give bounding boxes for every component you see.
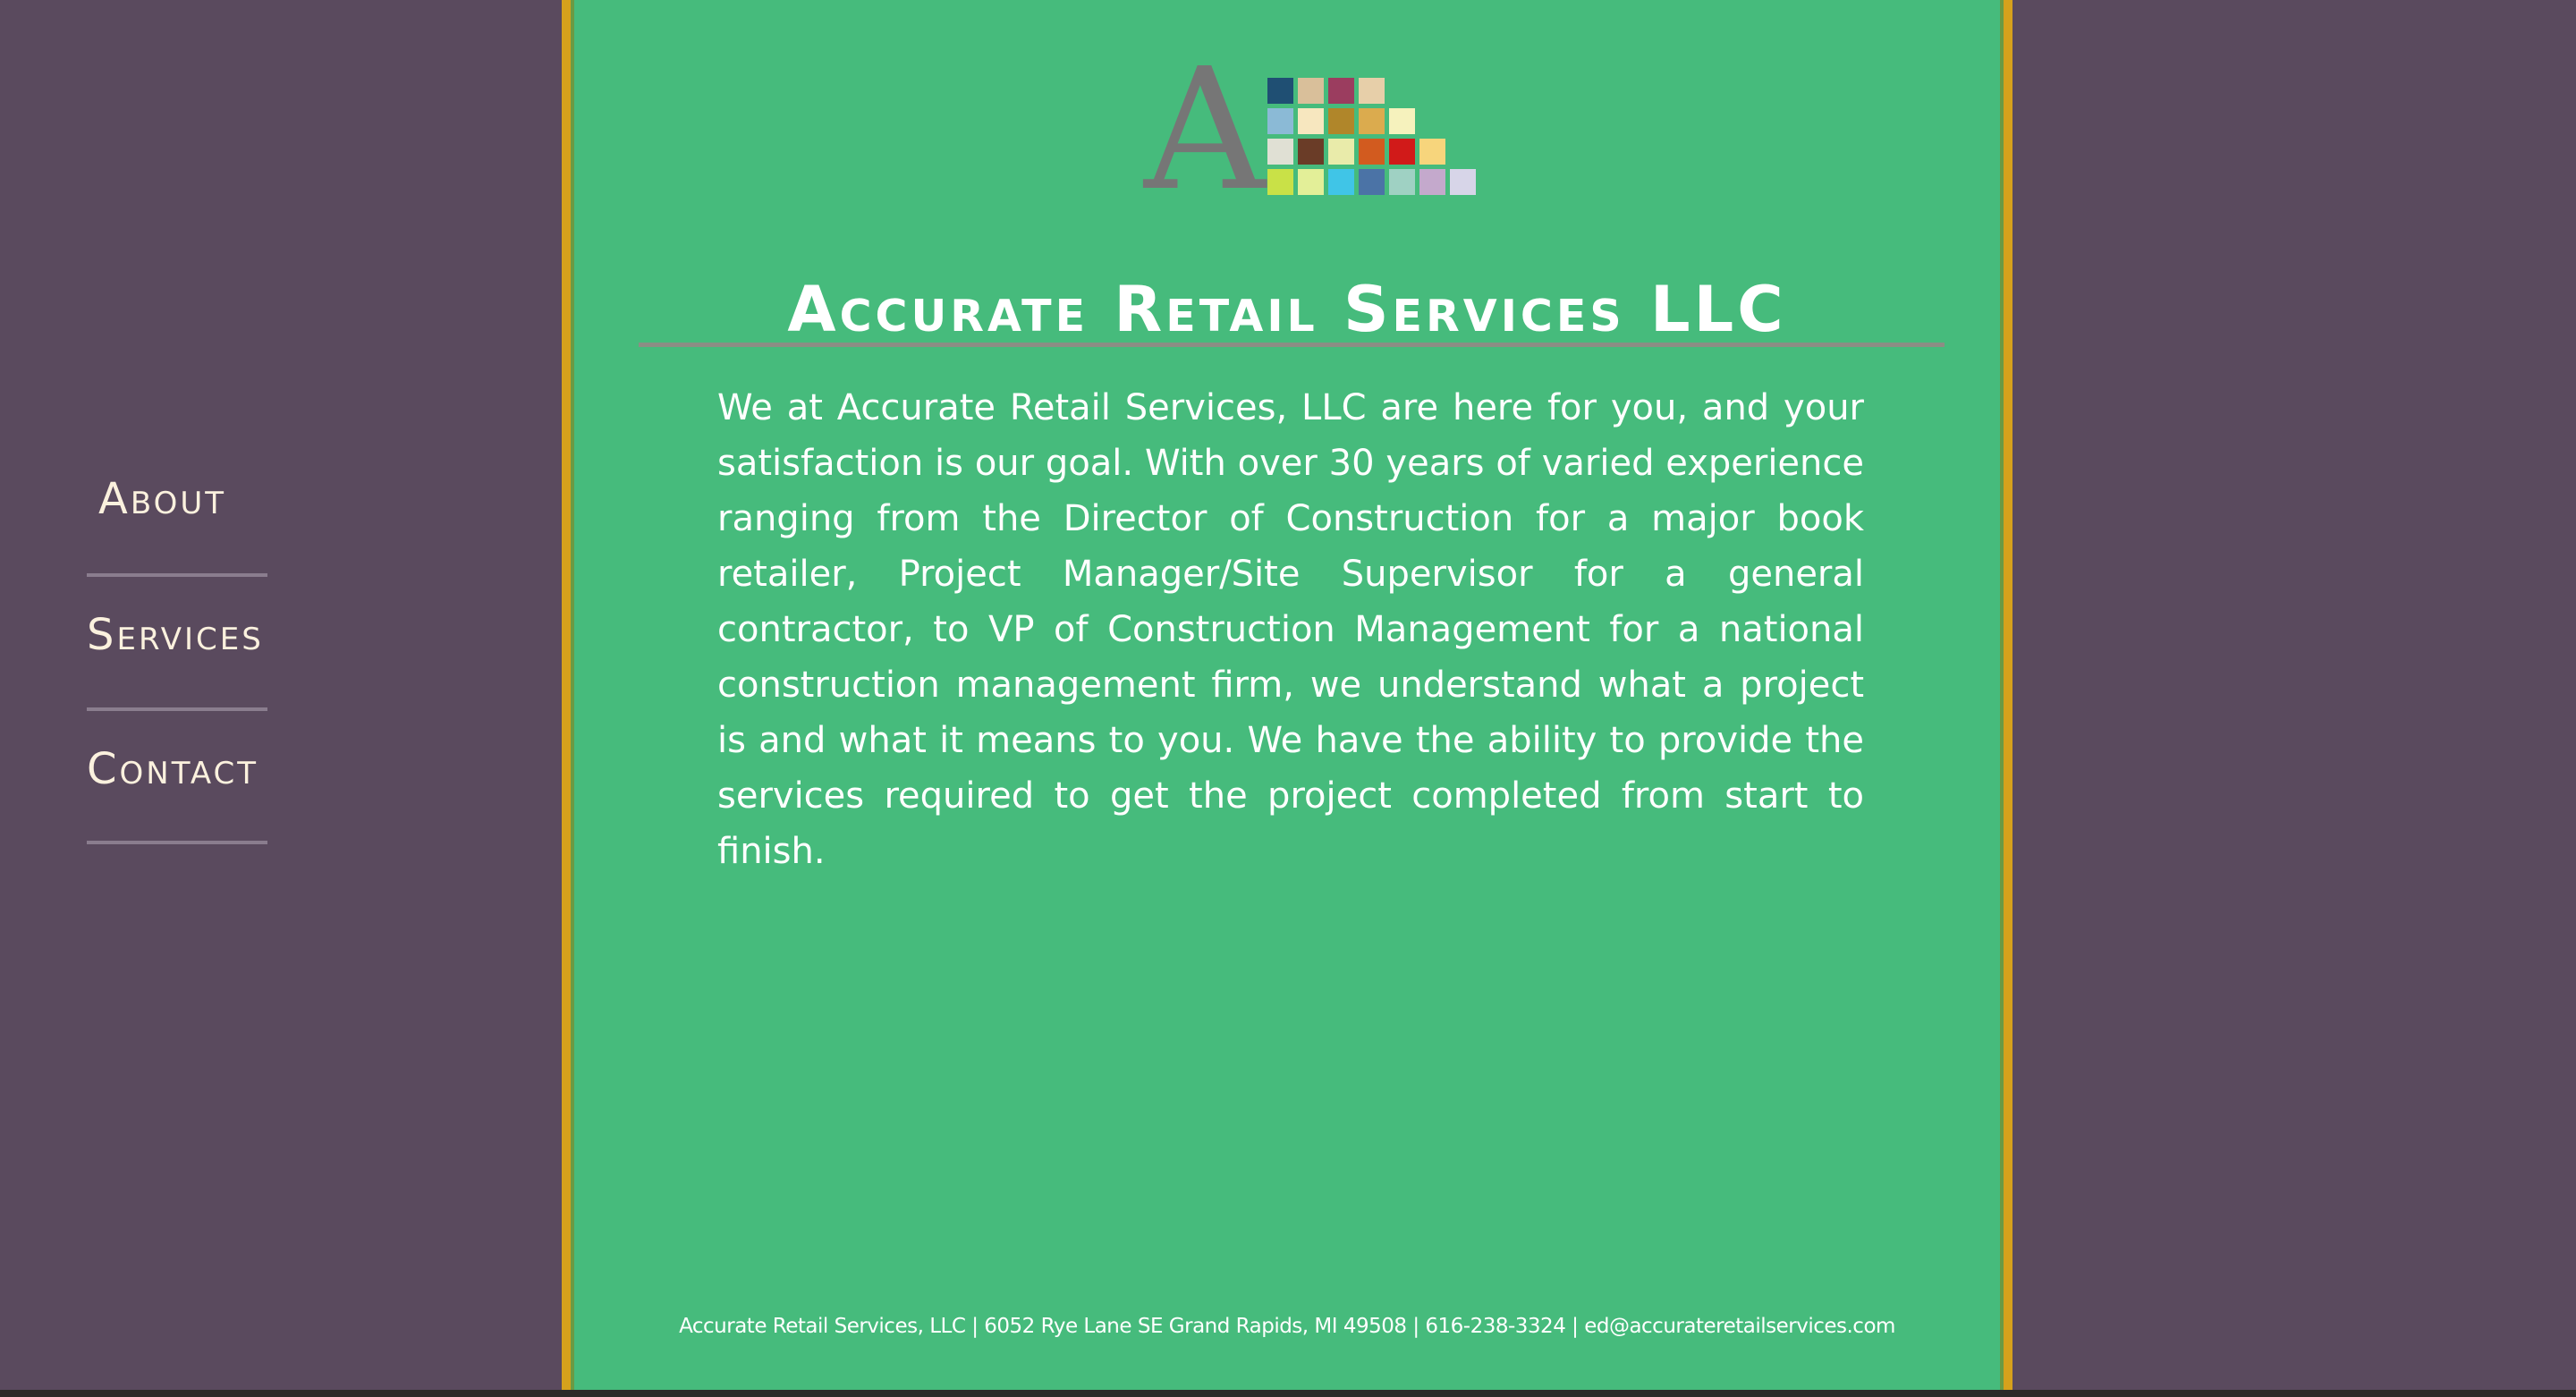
- logo-tile: [1359, 169, 1385, 195]
- logo-tile: [1328, 78, 1354, 104]
- site-title: Accurate Retail Services LLC: [787, 272, 1787, 346]
- sidebar-nav: About Services Contact: [0, 0, 562, 1390]
- logo-tile: [1298, 169, 1324, 195]
- footer-contact-info: Accurate Retail Services, LLC | 6052 Rye…: [679, 1315, 1895, 1338]
- logo-tile: [1267, 78, 1293, 104]
- logo-tile: [1298, 78, 1324, 104]
- logo-tile: [1359, 78, 1385, 104]
- logo-tile: [1389, 108, 1415, 134]
- main-panel-inner: A Accurate Retail Services LLC We at Acc…: [571, 0, 2004, 1390]
- nav-divider: [87, 707, 267, 711]
- company-logo[interactable]: A: [1144, 47, 1502, 215]
- logo-letter: A: [1144, 32, 1266, 228]
- logo-tile: [1298, 139, 1324, 165]
- logo-tile: [1328, 169, 1354, 195]
- nav-divider: [87, 841, 267, 844]
- logo-tile: [1298, 108, 1324, 134]
- nav-link-services[interactable]: Services: [87, 610, 319, 660]
- logo-tile: [1267, 108, 1293, 134]
- intro-paragraph: We at Accurate Retail Services, LLC are …: [717, 387, 1864, 872]
- logo-tile: [1328, 108, 1354, 134]
- logo-tile: [1389, 169, 1415, 195]
- title-divider: [639, 343, 1945, 347]
- nav-link-contact[interactable]: Contact: [87, 744, 319, 794]
- page: About Services Contact A Accurate Retail…: [0, 0, 2576, 1397]
- logo-tile: [1359, 139, 1385, 165]
- logo-tile: [1267, 139, 1293, 165]
- logo-tile: [1419, 139, 1445, 165]
- nav-divider: [87, 573, 267, 577]
- logo-tile: [1389, 139, 1415, 165]
- logo-tile: [1450, 169, 1476, 195]
- logo-tile: [1359, 108, 1385, 134]
- logo-tile: [1267, 169, 1293, 195]
- main-panel: A Accurate Retail Services LLC We at Acc…: [562, 0, 2012, 1390]
- logo-tile: [1328, 139, 1354, 165]
- nav-link-about[interactable]: About: [98, 474, 331, 524]
- logo-tile: [1419, 169, 1445, 195]
- bottom-strip: [0, 1390, 2576, 1397]
